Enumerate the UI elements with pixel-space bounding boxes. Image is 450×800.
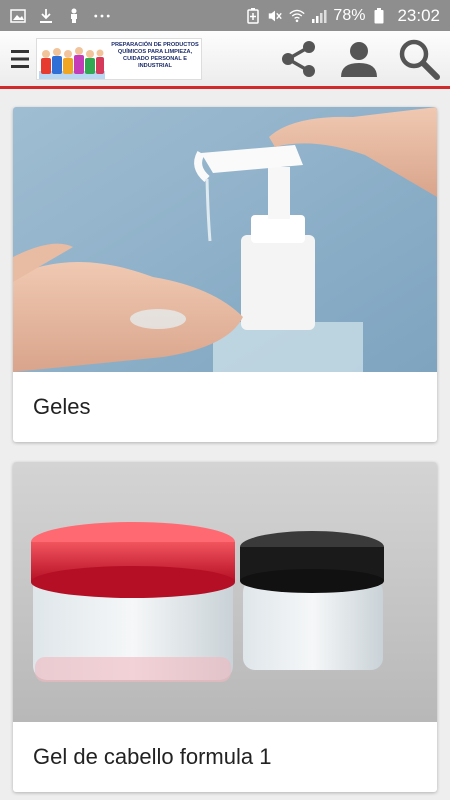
status-time: 23:02 (397, 5, 440, 25)
card-title: Geles (33, 394, 91, 419)
figure-icon (66, 8, 82, 24)
card-title: Gel de cabello formula 1 (33, 744, 272, 769)
app-logo[interactable]: PREPARACIÓN DE PRODUCTOS QUÍMICOS PARA L… (36, 37, 202, 80)
more-icon (94, 8, 110, 24)
wifi-icon (289, 8, 306, 24)
hair-gel-jars-photo (13, 462, 437, 722)
signal-icon (311, 8, 327, 24)
battery-icon (371, 7, 387, 24)
battery-percent: 78% (333, 6, 366, 24)
card-geles[interactable]: Geles (13, 107, 437, 442)
app-bar: PREPARACIÓN DE PRODUCTOS QUÍMICOS PARA L… (0, 31, 450, 89)
status-bar: 78% 23:02 (0, 0, 450, 31)
content-list: Geles Gel de cabello formula 1 (0, 92, 450, 800)
battery-saver-icon (245, 7, 261, 24)
account-button[interactable] (338, 38, 380, 80)
search-icon (399, 39, 440, 80)
logo-people-graphic (39, 46, 105, 79)
account-icon (341, 41, 377, 77)
card-gel-de-cabello[interactable]: Gel de cabello formula 1 (13, 462, 437, 792)
hamburger-menu-icon (11, 49, 29, 68)
menu-button[interactable] (6, 30, 34, 88)
hand-sanitizer-pump-photo (13, 107, 437, 372)
logo-text: PREPARACIÓN DE PRODUCTOS QUÍMICOS PARA L… (111, 41, 199, 70)
download-icon (38, 8, 54, 24)
image-icon (10, 8, 26, 24)
share-icon (282, 40, 315, 77)
share-button[interactable] (278, 38, 320, 80)
mute-icon (267, 8, 283, 24)
search-button[interactable] (398, 38, 440, 80)
